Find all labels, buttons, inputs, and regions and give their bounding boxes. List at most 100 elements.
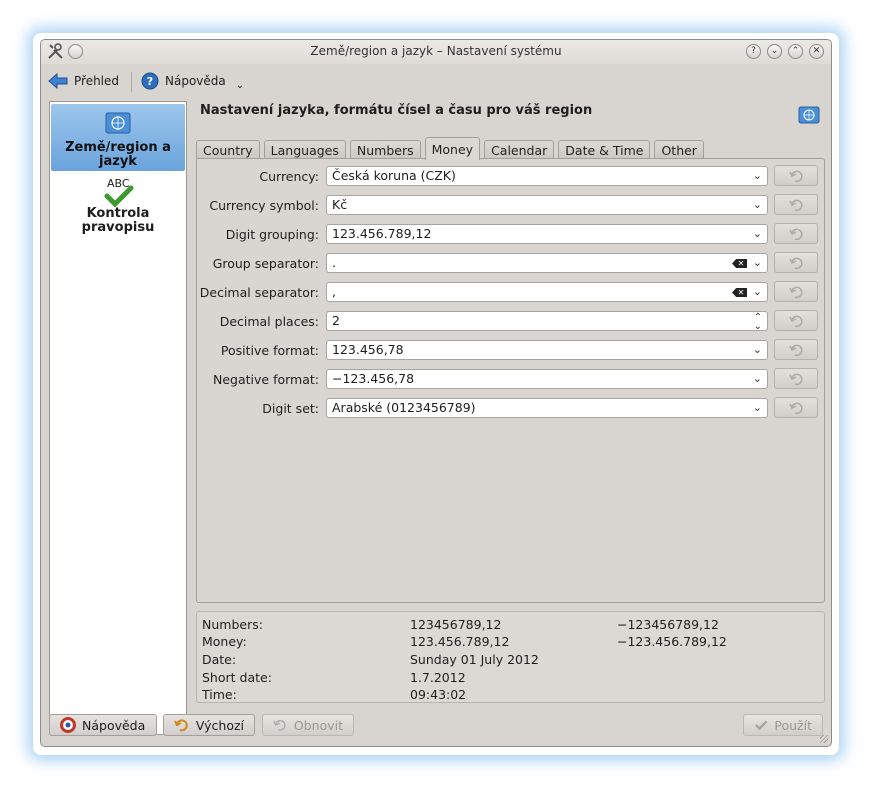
undo-icon [789, 170, 803, 183]
tab-money[interactable]: Money [424, 137, 481, 160]
help-menu-label: Nápověda [165, 74, 226, 88]
tab-languages[interactable]: Languages [263, 140, 346, 159]
reset-button[interactable]: Obnovit [262, 714, 354, 736]
currency-value: Česká koruna (CZK) [332, 168, 456, 183]
page-title: Nastavení jazyka, formátu čísel a času p… [200, 103, 593, 118]
digit-set-select[interactable]: Arabské (0123456789) ⌄ [326, 398, 768, 418]
digit-grouping-value: 123.456.789,12 [332, 226, 432, 241]
example-short-date-row: Short date: 1.7.2012 [197, 670, 824, 687]
currency-select[interactable]: Česká koruna (CZK) ⌄ [326, 166, 768, 186]
currency-reset-button[interactable] [774, 165, 818, 186]
currency-symbol-label: Currency symbol: [209, 198, 319, 213]
apply-button[interactable]: Použít [743, 714, 823, 736]
negative-format-value: −123.456,78 [332, 371, 415, 386]
decimal-separator-row: Decimal separator: , ✕ ⌄ [197, 281, 824, 304]
group-separator-reset-button[interactable] [774, 252, 818, 273]
tab-numbers[interactable]: Numbers [349, 140, 421, 159]
example-numbers-row: Numbers: 123456789,12 −123456789,12 [197, 617, 824, 634]
decimal-separator-input[interactable]: , ✕ ⌄ [326, 282, 768, 302]
minimize-button[interactable]: ⌄ [767, 44, 782, 59]
currency-symbol-reset-button[interactable] [774, 194, 818, 215]
digit-grouping-reset-button[interactable] [774, 223, 818, 244]
defaults-button-label: Výchozí [195, 717, 244, 733]
sidebar: Země/region a jazyk ABC Kontrola pravopi… [49, 101, 187, 735]
close-button[interactable]: ✕ [809, 44, 824, 59]
digit-set-row: Digit set: Arabské (0123456789) ⌄ [197, 397, 824, 420]
example-money-label: Money: [202, 634, 247, 649]
digit-set-reset-button[interactable] [774, 397, 818, 418]
money-panel: Currency: Česká koruna (CZK) ⌄ Currency … [196, 158, 825, 603]
negative-format-reset-button[interactable] [774, 368, 818, 389]
sidebar-item-label: Kontrola pravopisu [81, 206, 155, 235]
chevron-down-icon: ⌄ [752, 372, 762, 385]
positive-format-select[interactable]: 123.456,78 ⌄ [326, 340, 768, 360]
digit-set-value: Arabské (0123456789) [332, 400, 476, 415]
digit-grouping-select[interactable]: 123.456.789,12 ⌄ [326, 224, 768, 244]
example-time-row: Time: 09:43:02 [197, 687, 824, 704]
decimal-places-row: Decimal places: 2 ⌃ ⌄ [197, 310, 824, 333]
sidebar-item-spellcheck[interactable]: ABC Kontrola pravopisu [51, 177, 185, 241]
decimal-places-spinbox[interactable]: 2 ⌃ ⌄ [326, 311, 768, 332]
chevron-down-icon[interactable]: ⌄ [753, 283, 762, 301]
help-button[interactable]: Nápověda [49, 714, 157, 736]
tab-country[interactable]: Country [196, 140, 260, 159]
positive-format-reset-button[interactable] [774, 339, 818, 360]
tab-other[interactable]: Other [654, 140, 704, 159]
spellcheck-icon: ABC [51, 177, 185, 207]
clear-text-icon[interactable]: ✕ [732, 288, 747, 297]
example-numbers-positive: 123456789,12 [410, 617, 502, 632]
digit-grouping-label: Digit grouping: [225, 227, 319, 242]
currency-symbol-select[interactable]: Kč ⌄ [326, 195, 768, 215]
chevron-down-icon: ⌄ [752, 198, 762, 211]
window-title: Země/region a jazyk – Nastavení systému [310, 44, 562, 58]
example-numbers-negative: −123456789,12 [617, 617, 719, 632]
un-flag-icon [105, 112, 131, 134]
resize-grip[interactable] [820, 735, 828, 743]
undo-icon [789, 344, 803, 357]
example-date-row: Date: Sunday 01 July 2012 [197, 652, 824, 669]
title-bar[interactable]: Země/region a jazyk – Nastavení systému … [41, 40, 831, 64]
group-separator-row: Group separator: . ✕ ⌄ [197, 252, 824, 275]
negative-format-label: Negative format: [213, 372, 319, 387]
spin-arrows-icon[interactable]: ⌃ ⌄ [754, 313, 762, 332]
sidebar-item-country-language[interactable]: Země/region a jazyk [51, 104, 185, 171]
apply-button-label: Použít [774, 717, 812, 733]
tab-calendar[interactable]: Calendar [484, 140, 555, 159]
positive-format-value: 123.456,78 [332, 342, 404, 357]
positive-format-row: Positive format: 123.456,78 ⌄ [197, 339, 824, 362]
undo-icon [789, 286, 803, 299]
undo-icon [789, 228, 803, 241]
group-separator-label: Group separator: [212, 256, 319, 271]
currency-symbol-value: Kč [332, 197, 348, 212]
maximize-button[interactable]: ⌃ [788, 44, 803, 59]
help-lifebuoy-icon [60, 717, 76, 733]
chevron-down-icon: ⌄ [752, 169, 762, 182]
digit-grouping-row: Digit grouping: 123.456.789,12 ⌄ [197, 223, 824, 246]
group-separator-input[interactable]: . ✕ ⌄ [326, 253, 768, 273]
overview-label: Přehled [74, 74, 120, 88]
example-time-value: 09:43:02 [410, 687, 467, 702]
toolbar-separator [131, 72, 132, 92]
decimal-places-label: Decimal places: [219, 314, 319, 329]
svg-text:?: ? [147, 75, 153, 88]
help-icon: ? [141, 72, 159, 90]
example-money-positive: 123.456.789,12 [410, 634, 510, 649]
chevron-down-icon[interactable]: ⌄ [753, 254, 762, 272]
undo-icon [789, 315, 803, 328]
undo-icon [789, 373, 803, 386]
clear-text-icon[interactable]: ✕ [732, 259, 747, 268]
help-window-button[interactable]: ? [746, 44, 761, 59]
decimal-separator-label: Decimal separator: [199, 285, 319, 300]
tab-date-time[interactable]: Date & Time [558, 140, 651, 159]
defaults-button[interactable]: Výchozí [163, 714, 255, 736]
overview-button[interactable]: Přehled [48, 70, 119, 92]
positive-format-label: Positive format: [220, 343, 319, 358]
undo-icon [789, 257, 803, 270]
example-date-value: Sunday 01 July 2012 [410, 652, 539, 667]
help-button-label: Nápověda [82, 717, 146, 733]
toolbar: Přehled ? Nápověda ⌄ [41, 64, 831, 98]
decimal-separator-reset-button[interactable] [774, 281, 818, 302]
negative-format-select[interactable]: −123.456,78 ⌄ [326, 369, 768, 389]
decimal-places-reset-button[interactable] [774, 310, 818, 331]
help-menu-button[interactable]: ? Nápověda ⌄ [141, 70, 244, 92]
